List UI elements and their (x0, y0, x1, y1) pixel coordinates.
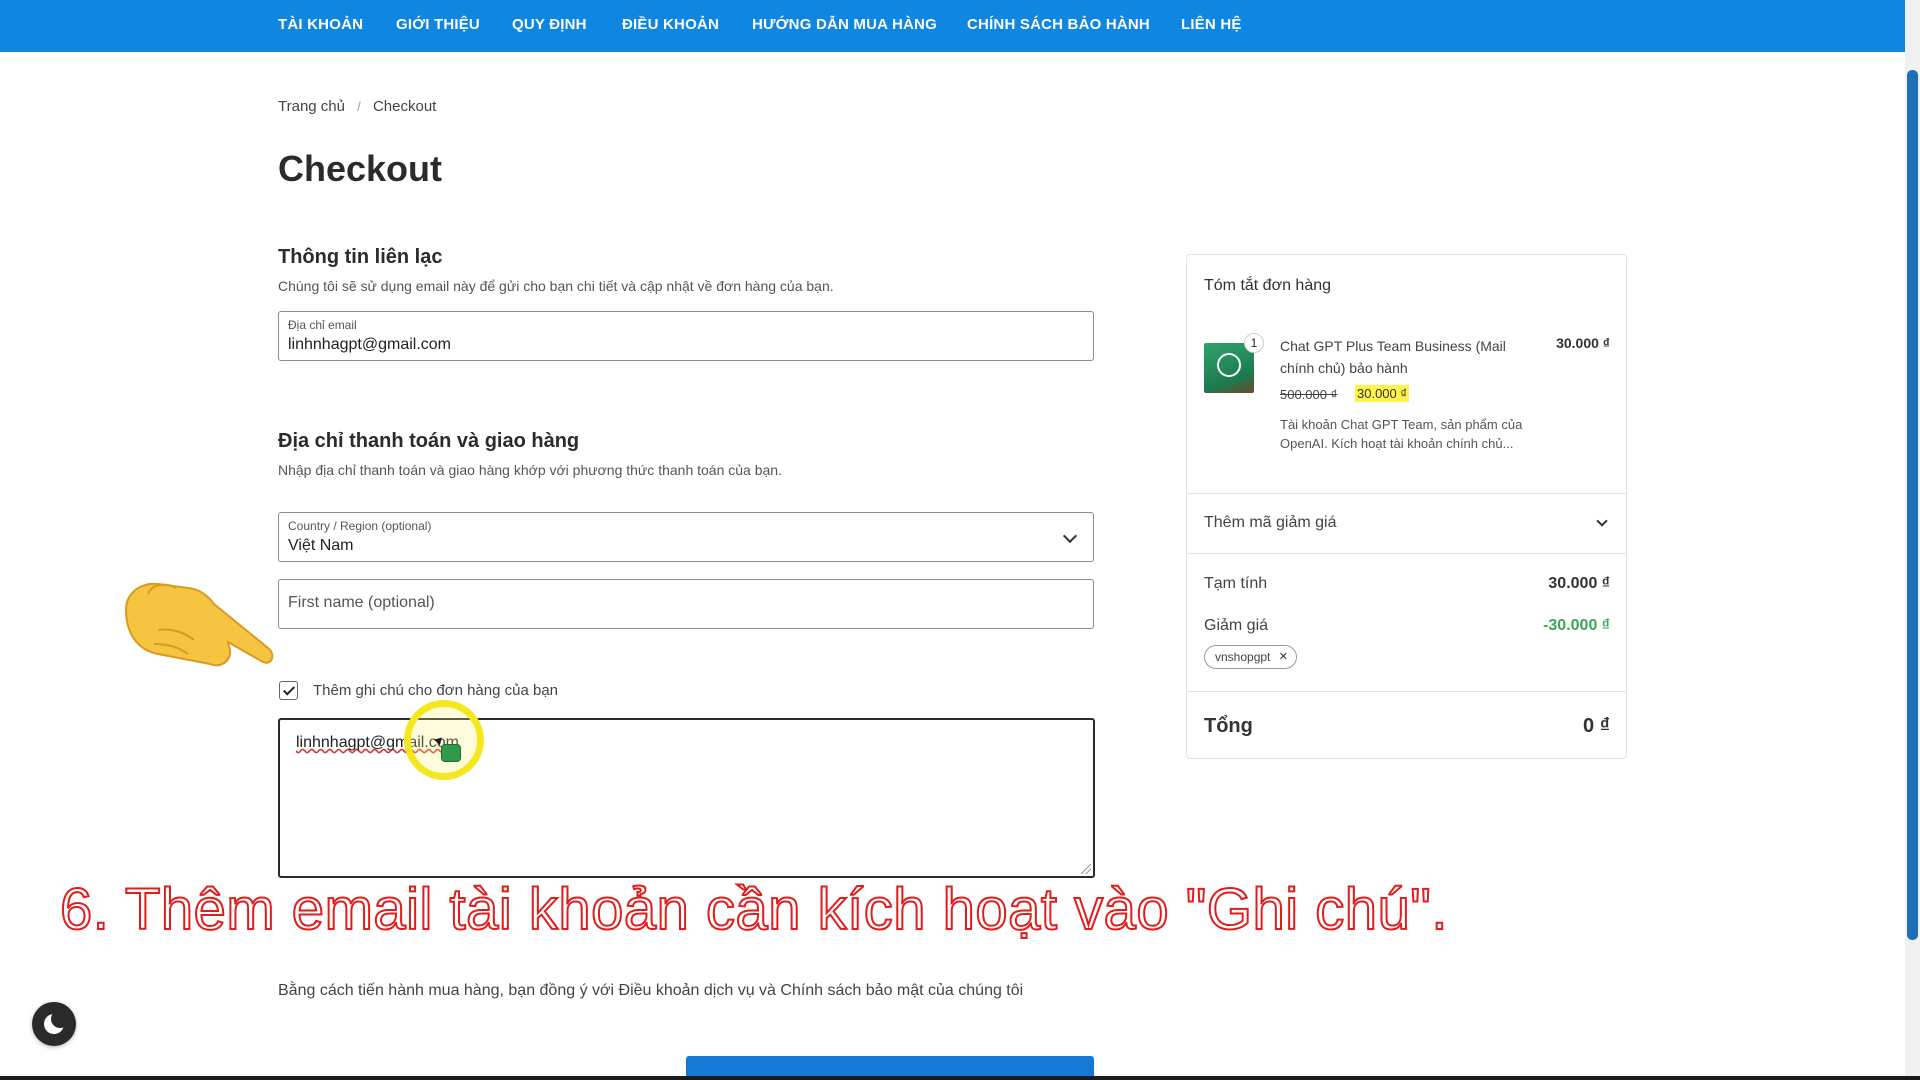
page-scrollbar[interactable] (1905, 0, 1920, 1080)
scrollbar-thumb[interactable] (1907, 70, 1918, 940)
total-value: 0 ₫ (1583, 715, 1610, 737)
breadcrumb-home[interactable]: Trang chủ (278, 98, 345, 115)
email-field-label: Địa chỉ email (288, 318, 357, 332)
total-label: Tổng (1204, 715, 1253, 737)
breadcrumb: Trang chủ / Checkout (278, 98, 436, 115)
first-name-input[interactable]: First name (optional) (278, 579, 1094, 629)
nav-item-purchase-guide[interactable]: HƯỚNG DẪN MUA HÀNG (752, 16, 937, 33)
nav-item-warranty-policy[interactable]: CHÍNH SÁCH BẢO HÀNH (967, 16, 1150, 33)
chevron-down-icon (1062, 528, 1078, 544)
page-title: Checkout (278, 148, 443, 189)
address-section-title: Địa chỉ thanh toán và giao hàng (278, 430, 580, 452)
product-line-price: 30.000 ₫ (1556, 335, 1610, 351)
subtotal-label: Tạm tính (1204, 575, 1268, 592)
product-sale-price: 30.000 ₫ (1355, 385, 1410, 402)
resize-handle-icon[interactable] (1081, 864, 1091, 874)
drag-cursor-icon (441, 744, 461, 762)
coupon-chip: vnshopgpt ✕ (1204, 645, 1298, 669)
order-notes-textarea[interactable]: linhnhagpt@gmail.com (278, 718, 1095, 878)
add-coupon-toggle[interactable]: Thêm mã giảm giá (1204, 514, 1337, 532)
top-navigation: TÀI KHOẢN GIỚI THIỆU QUY ĐỊNH ĐIỀU KHOẢN… (0, 0, 1905, 52)
product-original-price: 500.000 ₫ (1280, 387, 1338, 402)
email-field[interactable]: Địa chỉ email linhnhagpt@gmail.com (278, 311, 1094, 361)
summary-divider (1187, 691, 1626, 692)
screen-bottom-edge (0, 1076, 1920, 1080)
discount-value: -30.000 ₫ (1543, 617, 1610, 634)
pointing-hand-icon (124, 582, 274, 667)
order-notes-checkbox-label[interactable]: Thêm ghi chú cho đơn hàng của bạn (313, 682, 558, 699)
address-section-description: Nhập địa chỉ thanh toán và giao hàng khớ… (278, 462, 782, 478)
order-summary-title: Tóm tắt đơn hàng (1204, 277, 1332, 294)
dark-mode-toggle[interactable] (32, 1002, 76, 1046)
summary-divider (1187, 553, 1626, 554)
order-summary: Tóm tắt đơn hàng 1 Chat GPT Plus Team Bu… (1186, 254, 1627, 759)
summary-divider (1187, 493, 1626, 494)
email-field-value[interactable]: linhnhagpt@gmail.com (288, 336, 451, 354)
terms-notice: Bằng cách tiến hành mua hàng, bạn đồng ý… (278, 982, 1024, 999)
contact-section-description: Chúng tôi sẽ sử dụng email này để gửi ch… (278, 278, 834, 294)
moon-icon-cutout (51, 1010, 69, 1028)
tutorial-caption: 6. Thêm email tài khoản cần kích hoạt và… (59, 876, 1448, 943)
contact-section-title: Thông tin liên lạc (278, 246, 443, 268)
first-name-placeholder: First name (optional) (288, 594, 435, 611)
nav-item-terms[interactable]: ĐIỀU KHOẢN (622, 16, 719, 33)
checkmark-icon (282, 683, 296, 696)
nav-item-contact[interactable]: LIÊN HỆ (1181, 16, 1242, 33)
product-name: Chat GPT Plus Team Business (Mail chính … (1280, 338, 1506, 376)
country-select-label: Country / Region (optional) (288, 519, 432, 533)
openai-logo-icon (1217, 353, 1241, 377)
remove-coupon-icon[interactable]: ✕ (1276, 650, 1290, 664)
country-select-value: Việt Nam (288, 537, 354, 554)
coupon-code: vnshopgpt (1215, 650, 1271, 664)
country-select[interactable]: Country / Region (optional) Việt Nam (278, 512, 1094, 562)
order-notes-checkbox[interactable] (279, 681, 298, 700)
chevron-down-icon[interactable] (1596, 515, 1608, 527)
nav-item-account[interactable]: TÀI KHOẢN (278, 16, 363, 33)
subtotal-value: 30.000 ₫ (1548, 575, 1610, 592)
breadcrumb-separator: / (357, 99, 361, 114)
discount-label: Giảm giá (1204, 617, 1269, 634)
product-description: Tài khoản Chat GPT Team, sản phẩm của Op… (1280, 417, 1523, 451)
breadcrumb-current: Checkout (372, 98, 437, 115)
nav-item-rules[interactable]: QUY ĐỊNH (512, 16, 587, 33)
quantity-badge: 1 (1244, 333, 1264, 353)
nav-item-about[interactable]: GIỚI THIỆU (396, 16, 480, 33)
